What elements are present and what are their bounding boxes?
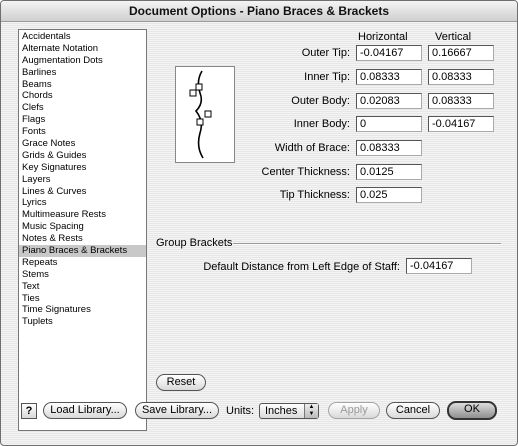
sidebar-item[interactable]: Multimeasure Rests <box>19 209 146 221</box>
outer-body-horizontal-field[interactable]: 0.02083 <box>356 93 422 109</box>
inner-tip-horizontal-field[interactable]: 0.08333 <box>356 69 422 85</box>
handle-icon <box>195 83 203 91</box>
sidebar-item[interactable]: Grace Notes <box>19 138 146 150</box>
outer-tip-horizontal-field[interactable]: -0.04167 <box>356 45 422 61</box>
document-options-dialog: Document Options - Piano Braces & Bracke… <box>0 0 518 446</box>
ok-button[interactable]: OK <box>447 401 497 420</box>
inner-tip-vertical-field[interactable]: 0.08333 <box>428 69 494 85</box>
inner-body-label: Inner Body: <box>293 118 350 130</box>
sidebar-item[interactable]: Grids & Guides <box>19 150 146 162</box>
inner-body-horizontal-field[interactable]: 0 <box>356 116 422 132</box>
units-select[interactable]: Inches ▲ ▼ <box>259 403 319 419</box>
default-distance-field[interactable]: -0.04167 <box>406 258 472 274</box>
sidebar-item[interactable]: Repeats <box>19 257 146 269</box>
group-brackets-title: Group Brackets <box>156 237 233 249</box>
options-category-list[interactable]: Accidentals Alternate Notation Augmentatio… <box>18 29 147 431</box>
sidebar-item[interactable]: Chords <box>19 90 146 102</box>
inner-tip-label: Inner Tip: <box>304 71 350 83</box>
outer-tip-vertical-field[interactable]: 0.16667 <box>428 45 494 61</box>
sidebar-item[interactable]: Flags <box>19 114 146 126</box>
help-button[interactable]: ? <box>21 403 37 419</box>
handle-icon <box>204 110 212 118</box>
units-select-value: Inches <box>265 405 298 417</box>
handle-icon <box>189 89 197 97</box>
reset-button[interactable]: Reset <box>156 374 206 391</box>
center-thickness-field[interactable]: 0.0125 <box>356 164 422 180</box>
group-brackets-divider <box>233 243 501 245</box>
sidebar-item[interactable]: Piano Braces & Brackets <box>19 245 146 257</box>
brace-shape-icon <box>189 70 212 159</box>
sidebar-item[interactable]: Accidentals <box>19 31 146 43</box>
sidebar-item[interactable]: Music Spacing <box>19 221 146 233</box>
window-title: Document Options - Piano Braces & Bracke… <box>128 4 390 18</box>
stepper-arrows-icon: ▲ ▼ <box>304 404 318 418</box>
handle-icon <box>196 118 204 126</box>
sidebar-item[interactable]: Augmentation Dots <box>19 55 146 67</box>
outer-tip-label: Outer Tip: <box>301 47 350 59</box>
center-thickness-label: Center Thickness: <box>261 166 350 178</box>
cancel-button[interactable]: Cancel <box>386 402 440 419</box>
sidebar-item[interactable]: Tuplets <box>19 316 146 328</box>
width-of-brace-field[interactable]: 0.08333 <box>356 140 422 156</box>
units-label: Units: <box>226 405 255 417</box>
sidebar-item[interactable]: Layers <box>19 174 146 186</box>
sidebar-item[interactable]: Ties <box>19 293 146 305</box>
sidebar-item[interactable]: Stems <box>19 269 146 281</box>
sidebar-item[interactable]: Lyrics <box>19 197 146 209</box>
sidebar-item[interactable]: Clefs <box>19 102 146 114</box>
load-library-button[interactable]: Load Library... <box>43 402 127 419</box>
outer-body-vertical-field[interactable]: 0.08333 <box>428 93 494 109</box>
sidebar-item[interactable]: Fonts <box>19 126 146 138</box>
sidebar-item[interactable]: Beams <box>19 79 146 91</box>
sidebar-item[interactable]: Time Signatures <box>19 304 146 316</box>
sidebar-item[interactable]: Key Signatures <box>19 162 146 174</box>
default-distance-label: Default Distance from Left Edge of Staff… <box>203 261 400 273</box>
tip-thickness-label: Tip Thickness: <box>279 189 350 201</box>
vertical-column-header: Vertical <box>435 31 472 43</box>
sidebar-item[interactable]: Alternate Notation <box>19 43 146 55</box>
title-bar[interactable]: Document Options - Piano Braces & Bracke… <box>1 1 517 22</box>
tip-thickness-field[interactable]: 0.025 <box>356 187 422 203</box>
outer-body-label: Outer Body: <box>291 95 350 107</box>
sidebar-item[interactable]: Text <box>19 281 146 293</box>
sidebar-item[interactable]: Barlines <box>19 67 146 79</box>
inner-body-vertical-field[interactable]: -0.04167 <box>428 116 494 132</box>
sidebar-item[interactable]: Notes & Rests <box>19 233 146 245</box>
width-of-brace-label: Width of Brace: <box>274 142 350 154</box>
horizontal-column-header: Horizontal <box>358 31 408 43</box>
sidebar-item[interactable]: Lines & Curves <box>19 186 146 198</box>
save-library-button[interactable]: Save Library... <box>135 402 219 419</box>
apply-button[interactable]: Apply <box>328 402 380 419</box>
brace-preview <box>175 66 235 163</box>
